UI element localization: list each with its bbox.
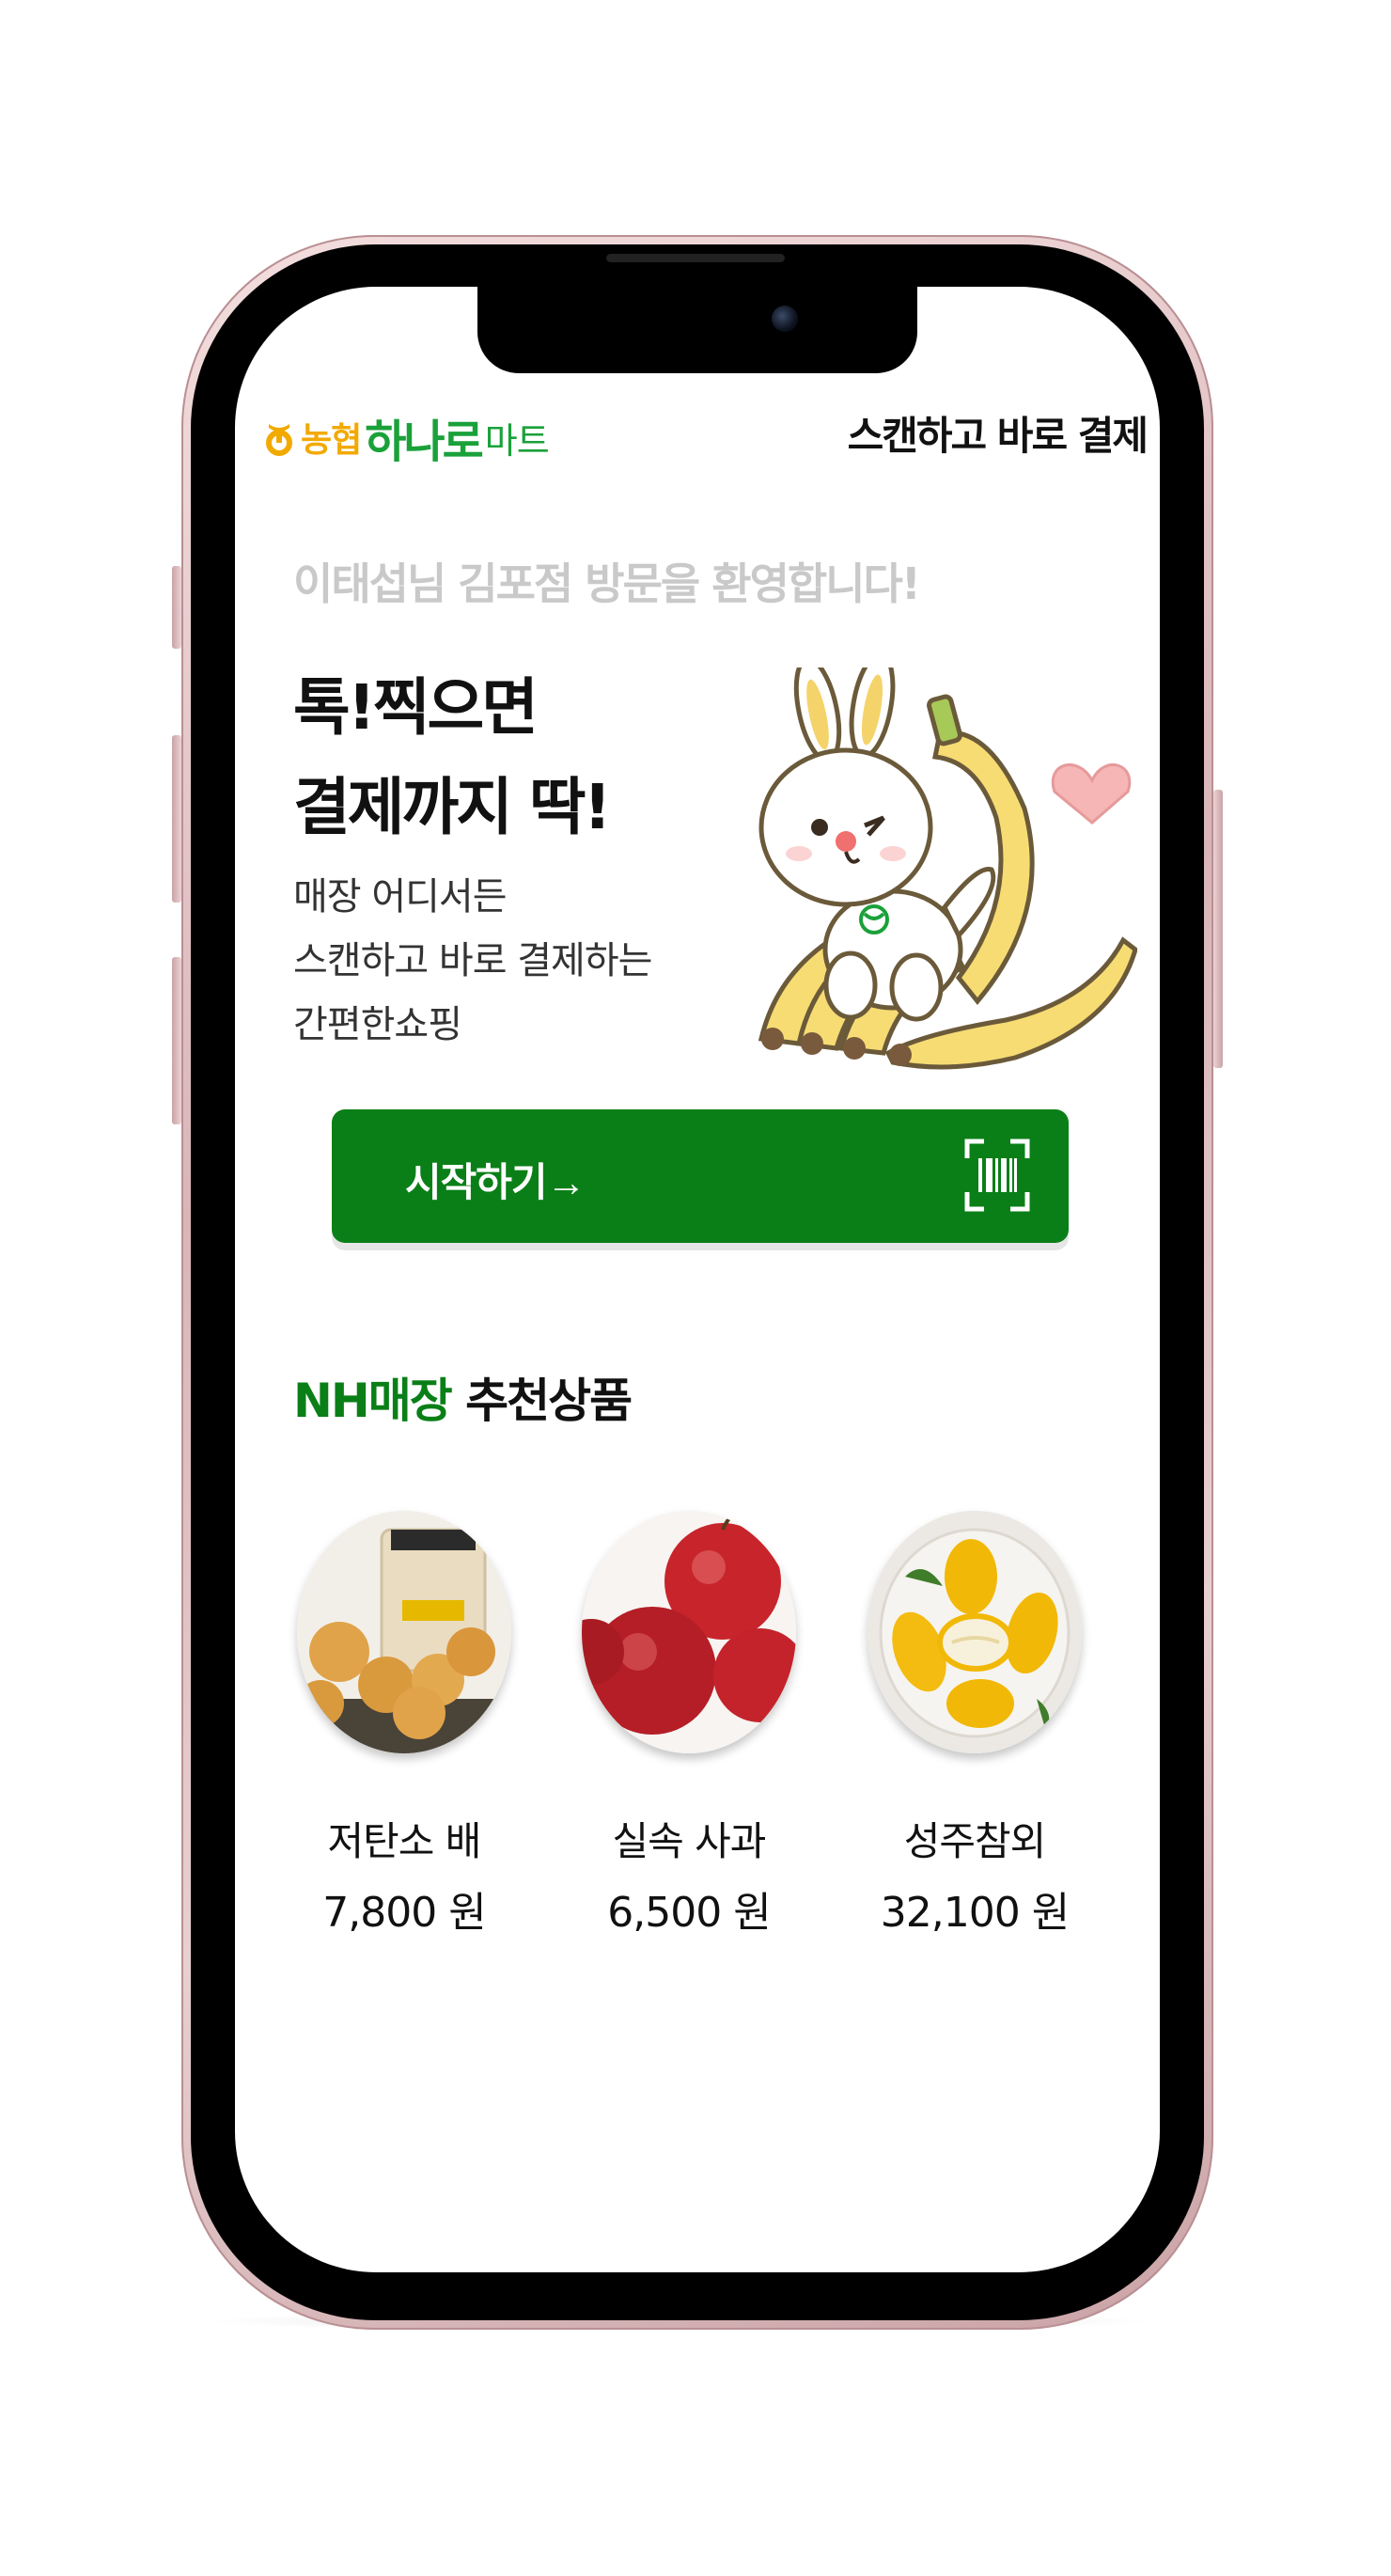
logo-nh-text: 농협 (301, 421, 362, 460)
subcopy-line-2: 스캔하고 바로 결제하는 (293, 939, 652, 982)
recommendations-heading-rest: 추천상품 (450, 1374, 633, 1428)
nh-hanaro-mart-logo: 농협 하나로 마트 (263, 409, 550, 468)
headline-line-1: 톡!찍으면 (293, 671, 539, 744)
recommendations-heading-accent: NH매장 (293, 1374, 453, 1428)
product-card-pear[interactable]: 저탄소 배 7,800 원 (291, 1511, 517, 1939)
barcode-scan-icon (964, 1139, 1030, 1212)
welcome-message: 이태섭님 김포점 방문을 환영합니다! (293, 558, 921, 609)
apple-image[interactable] (582, 1511, 796, 1753)
subcopy-line-1: 매장 어디서든 (293, 875, 508, 919)
logo-hanaro-text: 하나로 (365, 416, 483, 468)
subcopy-line-3: 간편한쇼핑 (293, 1003, 462, 1046)
volume-down-button (172, 957, 181, 1124)
hero-headline: 톡!찍으면 결제까지 딱! (293, 658, 612, 857)
start-button-label: 시작하기→ (405, 1160, 586, 1204)
korean-melon-image[interactable] (867, 1511, 1082, 1753)
volume-up-button (172, 735, 181, 903)
headline-line-2: 결제까지 딱! (293, 771, 612, 843)
front-camera-icon (772, 306, 798, 332)
earpiece-speaker (606, 254, 785, 262)
product-name: 실속 사과 (612, 1818, 767, 1864)
nh-logo-mark-icon (266, 424, 292, 456)
notch (477, 287, 917, 373)
product-card-apple[interactable]: 실속 사과 6,500 원 (576, 1511, 802, 1939)
product-card-korean-melon[interactable]: 성주참외 32,100 원 (862, 1511, 1087, 1939)
product-name: 성주참외 (903, 1818, 1047, 1864)
rabbit-banana-mascot-illustration (758, 668, 1137, 1070)
mute-switch (172, 566, 181, 649)
hero-subcopy: 매장 어디서든 스캔하고 바로 결제하는 간편한쇼핑 (293, 865, 652, 1057)
product-price: 6,500 원 (607, 1889, 771, 1937)
power-button (1213, 790, 1223, 1068)
logo-mart-text: 마트 (484, 419, 550, 462)
pear-image[interactable] (297, 1511, 511, 1753)
app-screen: 농협 하나로 마트 스캔하고 바로 결제 이태섭님 김포점 방문을 환영합니다!… (235, 287, 1160, 2272)
header-title: 스캔하고 바로 결제 (847, 413, 1149, 459)
product-price: 7,800 원 (322, 1889, 486, 1937)
product-name: 저탄소 배 (327, 1818, 482, 1864)
recommendations-heading: NH매장 추천상품 (293, 1363, 633, 1431)
product-price: 32,100 원 (880, 1889, 1070, 1937)
start-button[interactable]: 시작하기→ (332, 1109, 1069, 1243)
